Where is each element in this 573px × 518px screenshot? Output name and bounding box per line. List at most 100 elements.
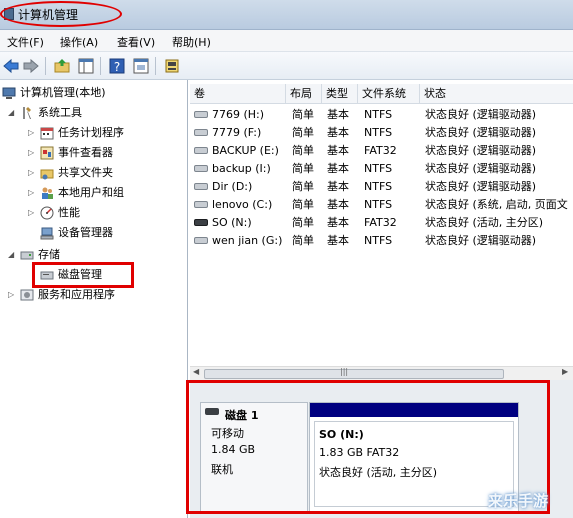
cell-type: 基本 xyxy=(327,198,349,211)
shared-folder-icon xyxy=(40,169,54,180)
table-row[interactable]: backup (I:) 简单 基本 NTFS 状态良好 (逻辑驱动器) xyxy=(190,160,573,178)
cell-type: 基本 xyxy=(327,216,349,229)
toolbar-separator xyxy=(100,57,101,75)
menu-file[interactable]: 文件(F) xyxy=(7,34,44,50)
table-row[interactable]: 7779 (F:) 简单 基本 NTFS 状态良好 (逻辑驱动器) xyxy=(190,124,573,142)
table-row[interactable]: wen jian (G:) 简单 基本 NTFS 状态良好 (逻辑驱动器) xyxy=(190,232,573,250)
toolbar: ? xyxy=(0,52,573,80)
cell-status: 状态良好 (逻辑驱动器) xyxy=(425,180,537,193)
cell-filesystem: NTFS xyxy=(364,180,393,193)
up-folder-icon[interactable] xyxy=(53,57,71,75)
cell-volume: 7779 (F:) xyxy=(212,126,262,139)
tree-item-local-users[interactable]: ▷ 本地用户和组 xyxy=(28,184,186,202)
tree-item-system-tools[interactable]: ◢ 系统工具 xyxy=(8,104,186,122)
disk-management-annotation-box xyxy=(32,262,134,288)
tree-label-local-users: 本地用户和组 xyxy=(58,186,124,199)
expanded-arrow-icon[interactable]: ◢ xyxy=(8,246,18,264)
tree-label-shared-folders: 共享文件夹 xyxy=(58,166,113,179)
tree-label-task-scheduler: 任务计划程序 xyxy=(58,126,124,139)
cell-volume: SO (N:) xyxy=(212,216,252,229)
task-scheduler-icon xyxy=(40,127,54,140)
cell-type: 基本 xyxy=(327,144,349,157)
table-row[interactable]: SO (N:) 简单 基本 FAT32 状态良好 (活动, 主分区) xyxy=(190,214,573,232)
list-header: 卷 布局 类型 文件系统 状态 xyxy=(190,84,573,104)
cell-filesystem: NTFS xyxy=(364,108,393,121)
help-icon[interactable]: ? xyxy=(108,57,126,75)
column-header-filesystem[interactable]: 文件系统 xyxy=(358,84,420,104)
forward-arrow-icon[interactable] xyxy=(22,57,40,75)
drive-icon xyxy=(194,147,208,154)
cell-layout: 简单 xyxy=(292,198,314,211)
scroll-right-arrow-icon[interactable]: ▶ xyxy=(562,367,568,376)
expanded-arrow-icon[interactable]: ◢ xyxy=(8,104,18,122)
tree-item-root[interactable]: 计算机管理(本地) xyxy=(0,84,186,102)
collapsed-arrow-icon[interactable]: ▷ xyxy=(8,286,18,304)
cell-type: 基本 xyxy=(327,234,349,247)
tree-item-performance[interactable]: ▷ 性能 xyxy=(28,204,186,222)
horizontal-scrollbar[interactable]: ◀ ||| ▶ xyxy=(190,366,573,380)
removable-drive-icon xyxy=(194,219,208,226)
title-annotation-ellipse xyxy=(0,1,122,27)
drive-icon xyxy=(194,237,208,244)
tree-item-task-scheduler[interactable]: ▷ 任务计划程序 xyxy=(28,124,186,142)
computer-management-icon xyxy=(2,87,16,99)
column-header-layout[interactable]: 布局 xyxy=(286,84,322,104)
tree-label-performance: 性能 xyxy=(58,206,80,219)
navigation-tree: 计算机管理(本地) ◢ 系统工具 ▷ 任务计划程序 ▷ 事件查看器 ▷ 共享文件… xyxy=(0,80,188,518)
collapsed-arrow-icon[interactable]: ▷ xyxy=(28,164,38,182)
tools-icon xyxy=(23,107,31,119)
device-manager-icon xyxy=(40,227,54,240)
drive-icon xyxy=(194,111,208,118)
tree-item-device-manager[interactable]: 设备管理器 xyxy=(28,224,186,242)
scroll-left-arrow-icon[interactable]: ◀ xyxy=(193,367,199,376)
show-tree-icon[interactable] xyxy=(77,57,95,75)
tree-item-shared-folders[interactable]: ▷ 共享文件夹 xyxy=(28,164,186,182)
collapsed-arrow-icon[interactable]: ▷ xyxy=(28,184,38,202)
column-header-type[interactable]: 类型 xyxy=(322,84,358,104)
table-row[interactable]: 7769 (H:) 简单 基本 NTFS 状态良好 (逻辑驱动器) xyxy=(190,106,573,124)
tree-label-system-tools: 系统工具 xyxy=(38,106,82,119)
tree-item-event-viewer[interactable]: ▷ 事件查看器 xyxy=(28,144,186,162)
cell-volume: BACKUP (E:) xyxy=(212,144,279,157)
cell-volume: lenovo (C:) xyxy=(212,198,273,211)
drive-icon xyxy=(194,201,208,208)
column-header-status[interactable]: 状态 xyxy=(420,84,573,104)
cell-filesystem: NTFS xyxy=(364,162,393,175)
table-row[interactable]: Dir (D:) 简单 基本 NTFS 状态良好 (逻辑驱动器) xyxy=(190,178,573,196)
cell-layout: 简单 xyxy=(292,180,314,193)
cell-layout: 简单 xyxy=(292,126,314,139)
cell-status: 状态良好 (逻辑驱动器) xyxy=(425,234,537,247)
properties-icon[interactable] xyxy=(132,57,150,75)
tree-label-event-viewer: 事件查看器 xyxy=(58,146,113,159)
cell-filesystem: NTFS xyxy=(364,126,393,139)
cell-status: 状态良好 (系统, 启动, 页面文 xyxy=(425,198,568,211)
back-arrow-icon[interactable] xyxy=(2,57,20,75)
menu-action[interactable]: 操作(A) xyxy=(60,34,98,50)
table-row[interactable]: BACKUP (E:) 简单 基本 FAT32 状态良好 (逻辑驱动器) xyxy=(190,142,573,160)
cell-status: 状态良好 (活动, 主分区) xyxy=(425,216,544,229)
cell-status: 状态良好 (逻辑驱动器) xyxy=(425,162,537,175)
menu-help[interactable]: 帮助(H) xyxy=(172,34,211,50)
cell-type: 基本 xyxy=(327,108,349,121)
cell-volume: backup (I:) xyxy=(212,162,271,175)
event-viewer-icon xyxy=(40,146,54,160)
collapsed-arrow-icon[interactable]: ▷ xyxy=(28,144,38,162)
cell-layout: 简单 xyxy=(292,144,314,157)
tree-item-services[interactable]: ▷ 服务和应用程序 xyxy=(8,286,186,304)
cell-status: 状态良好 (逻辑驱动器) xyxy=(425,108,537,121)
tree-label-services: 服务和应用程序 xyxy=(38,288,115,301)
scrollbar-thumb[interactable] xyxy=(204,369,504,379)
toolbar-separator xyxy=(155,57,156,75)
cell-filesystem: NTFS xyxy=(364,234,393,247)
column-header-volume[interactable]: 卷 xyxy=(190,84,286,104)
svg-text:?: ? xyxy=(114,60,120,74)
menu-view[interactable]: 查看(V) xyxy=(117,34,155,50)
collapsed-arrow-icon[interactable]: ▷ xyxy=(28,124,38,142)
cell-filesystem: FAT32 xyxy=(364,216,397,229)
table-row[interactable]: lenovo (C:) 简单 基本 NTFS 状态良好 (系统, 启动, 页面文 xyxy=(190,196,573,214)
collapsed-arrow-icon[interactable]: ▷ xyxy=(28,204,38,222)
watermark: 来乐手游 xyxy=(488,492,549,510)
cell-layout: 简单 xyxy=(292,108,314,121)
cell-type: 基本 xyxy=(327,162,349,175)
disk-settings-icon[interactable] xyxy=(163,57,181,75)
